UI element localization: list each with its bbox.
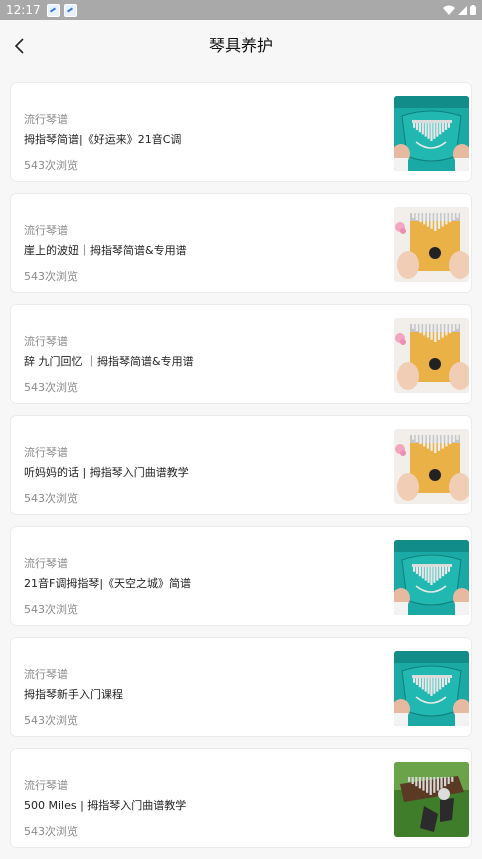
- item-thumbnail: [394, 96, 469, 171]
- page-title: 琴具养护: [208, 36, 273, 55]
- kalimba-yellow-thumbnail: [394, 429, 469, 504]
- kalimba-teal-thumbnail: [394, 96, 469, 171]
- sheet-music-list: 流行琴谱 拇指琴简谱|《好运来》21音C调 543次浏览 流行琴谱 崖上的波妞｜…: [10, 82, 472, 859]
- item-view-count: 543次浏览: [24, 270, 78, 283]
- list-item[interactable]: 流行琴谱 辞 九门回忆 ｜拇指琴简谱&专用谱 543次浏览: [10, 304, 472, 404]
- item-title: 21音F调拇指琴|《天空之城》简谱: [24, 577, 192, 590]
- item-category: 流行琴谱: [24, 224, 68, 237]
- item-view-count: 543次浏览: [24, 159, 78, 172]
- battery-icon: [470, 5, 476, 15]
- notification-app-icon: [46, 3, 60, 17]
- kalimba-teal-thumbnail: [394, 540, 469, 615]
- item-view-count: 543次浏览: [24, 714, 78, 727]
- item-title: 拇指琴新手入门课程: [24, 688, 123, 701]
- item-thumbnail: [394, 762, 469, 837]
- wifi-icon: [443, 5, 455, 15]
- list-item[interactable]: 流行琴谱 崖上的波妞｜拇指琴简谱&专用谱 543次浏览: [10, 193, 472, 293]
- item-view-count: 543次浏览: [24, 825, 78, 838]
- list-item[interactable]: 流行琴谱 21音F调拇指琴|《天空之城》简谱 543次浏览: [10, 526, 472, 626]
- item-view-count: 543次浏览: [24, 492, 78, 505]
- status-bar: 12:17: [0, 0, 482, 20]
- item-view-count: 543次浏览: [24, 603, 78, 616]
- item-thumbnail: [394, 318, 469, 393]
- app-header: 琴具养护: [0, 20, 482, 72]
- signal-icon: [458, 5, 467, 15]
- item-thumbnail: [394, 540, 469, 615]
- back-button[interactable]: [6, 32, 34, 60]
- item-category: 流行琴谱: [24, 557, 68, 570]
- item-thumbnail: [394, 651, 469, 726]
- item-category: 流行琴谱: [24, 446, 68, 459]
- item-thumbnail: [394, 429, 469, 504]
- kalimba-yellow-thumbnail: [394, 207, 469, 282]
- list-item[interactable]: 流行琴谱 拇指琴新手入门课程 543次浏览: [10, 637, 472, 737]
- item-title: 500 Miles | 拇指琴入门曲谱教学: [24, 799, 187, 812]
- item-category: 流行琴谱: [24, 335, 68, 348]
- item-title: 拇指琴简谱|《好运来》21音C调: [24, 133, 182, 146]
- item-thumbnail: [394, 207, 469, 282]
- item-title: 辞 九门回忆 ｜拇指琴简谱&专用谱: [24, 355, 194, 368]
- list-item[interactable]: 流行琴谱 拇指琴简谱|《好运来》21音C调 543次浏览: [10, 82, 472, 182]
- chevron-left-icon: [14, 38, 24, 54]
- kalimba-yellow-thumbnail: [394, 318, 469, 393]
- item-category: 流行琴谱: [24, 113, 68, 126]
- item-title: 崖上的波妞｜拇指琴简谱&专用谱: [24, 244, 187, 257]
- list-item[interactable]: 流行琴谱 500 Miles | 拇指琴入门曲谱教学 543次浏览: [10, 748, 472, 848]
- kalimba-teal-thumbnail: [394, 651, 469, 726]
- item-title: 听妈妈的话 | 拇指琴入门曲谱教学: [24, 466, 189, 479]
- item-category: 流行琴谱: [24, 779, 68, 792]
- kalimba-grass-thumbnail: [394, 762, 469, 837]
- notification-app-icon: [63, 3, 77, 17]
- status-time: 12:17: [6, 3, 41, 17]
- list-item[interactable]: 流行琴谱 听妈妈的话 | 拇指琴入门曲谱教学 543次浏览: [10, 415, 472, 515]
- item-view-count: 543次浏览: [24, 381, 78, 394]
- item-category: 流行琴谱: [24, 668, 68, 681]
